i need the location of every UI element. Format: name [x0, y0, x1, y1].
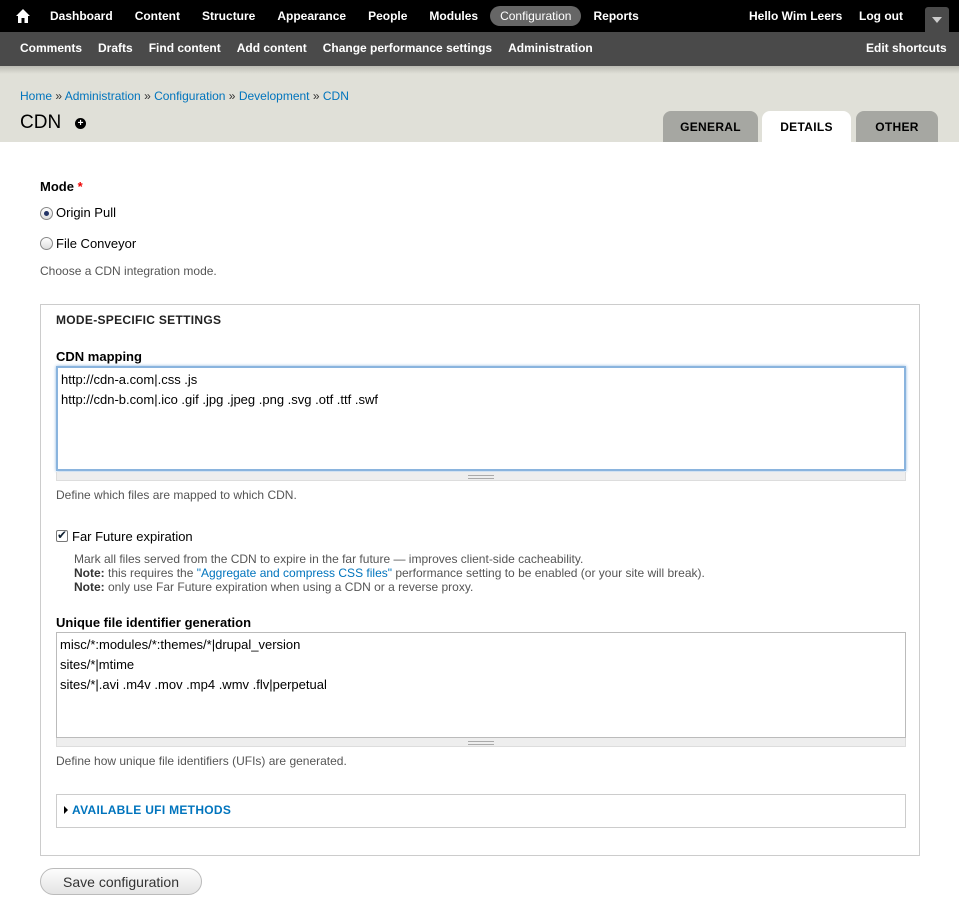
mode-label: Mode * — [40, 179, 83, 194]
ufi-textarea[interactable] — [56, 632, 906, 738]
shortcut-find-content[interactable]: Find content — [149, 41, 221, 55]
menu-dashboard[interactable]: Dashboard — [40, 6, 123, 26]
required-marker: * — [77, 179, 83, 194]
breadcrumb: Home » Administration » Configuration » … — [20, 89, 349, 103]
mode-description: Choose a CDN integration mode. — [40, 264, 217, 278]
breadcrumb-home[interactable]: Home — [20, 89, 52, 103]
home-icon[interactable] — [14, 7, 32, 25]
far-future-checkbox[interactable] — [56, 528, 68, 542]
shortcut-drafts[interactable]: Drafts — [98, 41, 133, 55]
toolbar-menu: Dashboard Content Structure Appearance P… — [40, 0, 651, 32]
shortcut-performance[interactable]: Change performance settings — [323, 41, 492, 55]
fieldset-legend: MODE-SPECIFIC SETTINGS — [56, 313, 222, 327]
menu-content[interactable]: Content — [125, 6, 190, 26]
origin-pull-label[interactable]: Origin Pull — [56, 205, 116, 220]
save-configuration-button[interactable]: Save configuration — [40, 868, 202, 895]
shortcut-add-content[interactable]: Add content — [237, 41, 307, 55]
available-ufi-methods-toggle[interactable]: AVAILABLE UFI METHODS — [72, 803, 231, 817]
page-header: Home » Administration » Configuration » … — [0, 66, 959, 142]
breadcrumb-cdn[interactable]: CDN — [323, 89, 349, 103]
aggregate-css-link[interactable]: "Aggregate and compress CSS files" — [197, 566, 392, 580]
cdn-mapping-textarea[interactable] — [56, 366, 906, 471]
tab-general[interactable]: GENERAL — [663, 111, 758, 142]
admin-toolbar: Dashboard Content Structure Appearance P… — [0, 0, 959, 32]
cdn-mapping-label: CDN mapping — [56, 349, 142, 364]
chevron-down-icon — [932, 17, 942, 23]
far-future-label[interactable]: Far Future expiration — [72, 529, 193, 544]
cdn-mapping-resize-grip[interactable] — [56, 472, 906, 481]
ufi-description: Define how unique file identifiers (UFIs… — [56, 754, 347, 768]
menu-reports[interactable]: Reports — [583, 6, 648, 26]
far-future-description: Mark all files served from the CDN to ex… — [74, 552, 705, 594]
menu-appearance[interactable]: Appearance — [267, 6, 356, 26]
breadcrumb-administration[interactable]: Administration — [65, 89, 141, 103]
page-title: CDN — [20, 112, 62, 133]
menu-modules[interactable]: Modules — [419, 6, 488, 26]
shortcut-administration[interactable]: Administration — [508, 41, 593, 55]
toolbar-drawer-toggle[interactable] — [925, 7, 949, 32]
cdn-mapping-description: Define which files are mapped to which C… — [56, 488, 297, 502]
file-conveyor-label[interactable]: File Conveyor — [56, 236, 136, 251]
tab-other[interactable]: OTHER — [856, 111, 938, 142]
ufi-resize-grip[interactable] — [56, 738, 906, 747]
user-greeting[interactable]: Hello Wim Leers — [749, 9, 842, 23]
breadcrumb-configuration[interactable]: Configuration — [154, 89, 225, 103]
radio-file-conveyor[interactable] — [40, 237, 53, 250]
triangle-right-icon[interactable] — [64, 806, 68, 814]
shortcuts-bar: Comments Drafts Find content Add content… — [0, 32, 959, 66]
menu-structure[interactable]: Structure — [192, 6, 265, 26]
logout-link[interactable]: Log out — [859, 9, 903, 23]
edit-shortcuts-link[interactable]: Edit shortcuts — [866, 41, 947, 55]
shortcut-comments[interactable]: Comments — [20, 41, 82, 55]
tab-details[interactable]: DETAILS — [762, 111, 851, 142]
ufi-label: Unique file identifier generation — [56, 615, 252, 630]
radio-origin-pull[interactable] — [40, 207, 53, 220]
menu-configuration[interactable]: Configuration — [490, 6, 582, 26]
breadcrumb-development[interactable]: Development — [239, 89, 310, 103]
add-shortcut-icon[interactable]: + — [75, 118, 86, 129]
menu-people[interactable]: People — [358, 6, 417, 26]
